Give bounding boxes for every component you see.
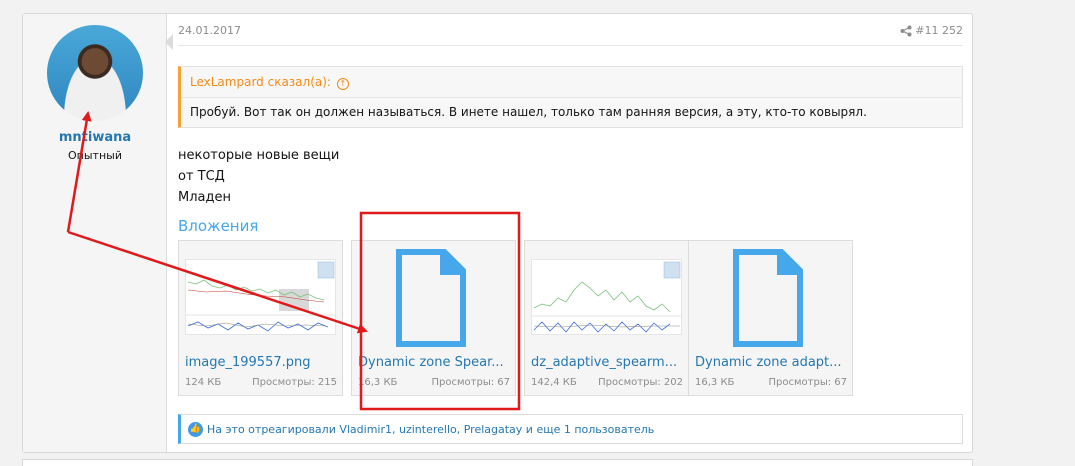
attachment-name[interactable]: Dynamic zone Spear...	[358, 355, 510, 370]
username-link[interactable]: mntiwana	[23, 130, 167, 145]
quote-header[interactable]: LexLampard сказал(а): ↑	[190, 75, 349, 90]
attachments-title: Вложения	[178, 217, 259, 235]
attachment-item[interactable]: Dynamic zone adapt... 16,3 КБ Просмотры:…	[688, 240, 853, 396]
attachment-name[interactable]: Dynamic zone adapt...	[695, 355, 847, 370]
post-text-line: некоторые новые вещи	[178, 148, 340, 163]
attachment-thumbnail[interactable]	[531, 259, 682, 335]
avatar[interactable]	[47, 25, 143, 121]
quote-text: Пробуй. Вот так он должен называться. В …	[190, 105, 867, 119]
attachment-size: 142,4 КБ	[531, 377, 577, 388]
attachment-views: Просмотры: 215	[252, 377, 337, 388]
quote-divider	[181, 97, 963, 98]
file-icon[interactable]	[733, 249, 803, 347]
next-post-container	[22, 459, 973, 466]
share-icon[interactable]	[900, 25, 912, 37]
attachment-item[interactable]: Dynamic zone Spear... 16,3 КБ Просмотры:…	[351, 240, 516, 396]
attachment-item[interactable]: dz_adaptive_spearm... 142,4 КБ Просмотры…	[524, 240, 689, 396]
attachment-item[interactable]: image_199557.png 124 КБ Просмотры: 215	[178, 240, 343, 396]
attachment-views: Просмотры: 202	[598, 377, 683, 388]
reactions-link[interactable]: На это отреагировали Vladimir1, uzintere…	[207, 423, 654, 436]
attachments-list: image_199557.png 124 КБ Просмотры: 215 D…	[178, 240, 963, 396]
message-body: 24.01.2017 #11 252 LexLampard сказал(а):…	[178, 14, 963, 452]
attachment-views: Просмотры: 67	[431, 377, 511, 388]
post-date[interactable]: 24.01.2017	[178, 24, 241, 37]
attachment-thumbnail[interactable]	[185, 259, 336, 335]
chart-thumbnail-image	[186, 260, 335, 334]
arrow-up-icon[interactable]: ↑	[336, 78, 349, 90]
meta-divider	[178, 45, 963, 46]
message-pointer	[165, 34, 173, 50]
post-text: некоторые новые вещи от ТСД Младен	[178, 145, 339, 208]
file-icon[interactable]	[396, 249, 466, 347]
post-number-link[interactable]: #11 252	[915, 24, 963, 37]
chart-thumbnail-image	[532, 260, 681, 334]
attachment-name[interactable]: image_199557.png	[185, 355, 337, 370]
post-text-line: от ТСД	[178, 169, 225, 184]
attachment-size: 16,3 КБ	[695, 377, 735, 388]
attachment-size: 124 КБ	[185, 377, 222, 388]
user-sidebar: mntiwana Опытный	[23, 14, 167, 452]
reactions-bar: 👍 На это отреагировали Vladimir1, uzinte…	[178, 414, 963, 444]
post-meta: 24.01.2017 #11 252	[178, 24, 963, 40]
attachment-name[interactable]: dz_adaptive_spearm...	[531, 355, 683, 370]
quote-author[interactable]: LexLampard сказал(а):	[190, 75, 331, 89]
post-container: mntiwana Опытный 24.01.2017 #11 252 LexL…	[22, 13, 973, 453]
post-text-line: Младен	[178, 190, 231, 205]
quote-block: LexLampard сказал(а): ↑ Пробуй. Вот так …	[178, 66, 963, 128]
attachment-size: 16,3 КБ	[358, 377, 398, 388]
attachment-views: Просмотры: 67	[768, 377, 848, 388]
like-icon: 👍	[188, 422, 203, 437]
user-title: Опытный	[68, 149, 122, 162]
